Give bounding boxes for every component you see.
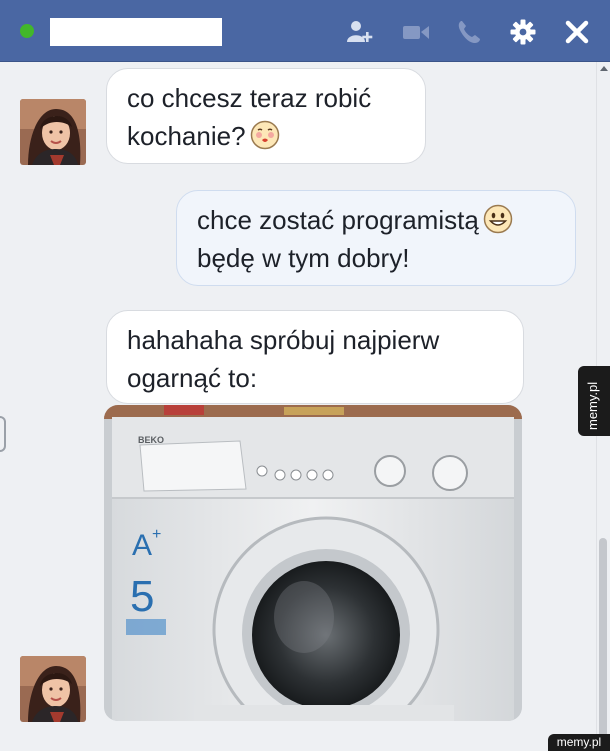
message-bubble-incoming[interactable]: hahahaha spróbuj najpierw ogarnąć to: [106, 310, 524, 404]
add-friend-icon[interactable] [346, 18, 374, 46]
kiss-face-icon [250, 120, 279, 150]
message-text: hahahaha spróbuj najpierw [127, 325, 440, 355]
energy-class-plus: + [152, 526, 161, 543]
brand-logo: BEKO [138, 435, 164, 445]
online-status-icon [20, 24, 34, 38]
message-text: będę w tym dobry! [197, 243, 410, 273]
load-capacity-label: 5 [130, 572, 154, 621]
message-bubble-incoming[interactable]: co chcesz teraz robić kochanie? [106, 68, 426, 164]
chat-header [0, 0, 610, 62]
watermark-text: memy.pl [585, 381, 600, 430]
message-text: co chcesz teraz robić [127, 83, 372, 113]
message-text: chce zostać programistą [197, 201, 555, 239]
decorative-edge [0, 416, 6, 452]
scroll-up-icon[interactable] [600, 66, 608, 71]
gear-icon[interactable] [509, 18, 537, 46]
message-text: ogarnąć to: [127, 363, 258, 393]
energy-class-label: A [132, 529, 152, 562]
scrollbar-thumb[interactable] [599, 538, 607, 748]
close-icon[interactable] [563, 18, 591, 46]
watermark-bottom: memy.pl [548, 734, 610, 751]
smiley-face-icon [483, 204, 513, 234]
message-bubble-outgoing[interactable]: chce zostać programistą będę w tym dobry… [176, 190, 576, 286]
avatar[interactable] [20, 656, 86, 722]
phone-icon[interactable] [455, 18, 483, 46]
washing-machine-photo[interactable]: BEKO A + 5 [104, 405, 522, 721]
watermark-side: memy.pl [578, 366, 610, 436]
contact-name[interactable] [50, 18, 222, 46]
message-text: kochanie? [127, 117, 405, 155]
video-call-icon[interactable] [402, 18, 430, 46]
avatar[interactable] [20, 99, 86, 165]
